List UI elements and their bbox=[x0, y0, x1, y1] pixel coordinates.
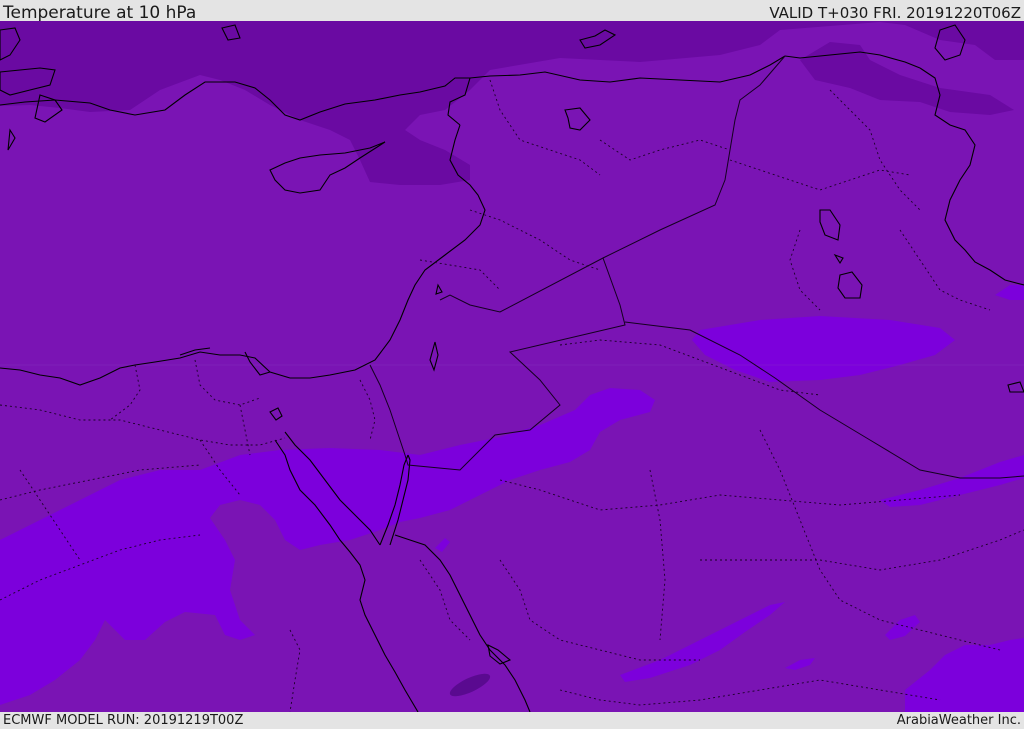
credit-text: ArabiaWeather Inc. bbox=[896, 713, 1021, 728]
footer-bar: ECMWF MODEL RUN: 20191219T00Z ArabiaWeat… bbox=[0, 712, 1024, 729]
map-canvas bbox=[0, 21, 1024, 712]
map-title: Temperature at 10 hPa bbox=[3, 3, 197, 23]
map-area[interactable] bbox=[0, 21, 1024, 712]
header-bar: Temperature at 10 hPa VALID T+030 FRI. 2… bbox=[0, 0, 1024, 23]
model-run: ECMWF MODEL RUN: 20191219T00Z bbox=[3, 713, 244, 728]
valid-time: VALID T+030 FRI. 20191220T06Z bbox=[769, 4, 1021, 22]
